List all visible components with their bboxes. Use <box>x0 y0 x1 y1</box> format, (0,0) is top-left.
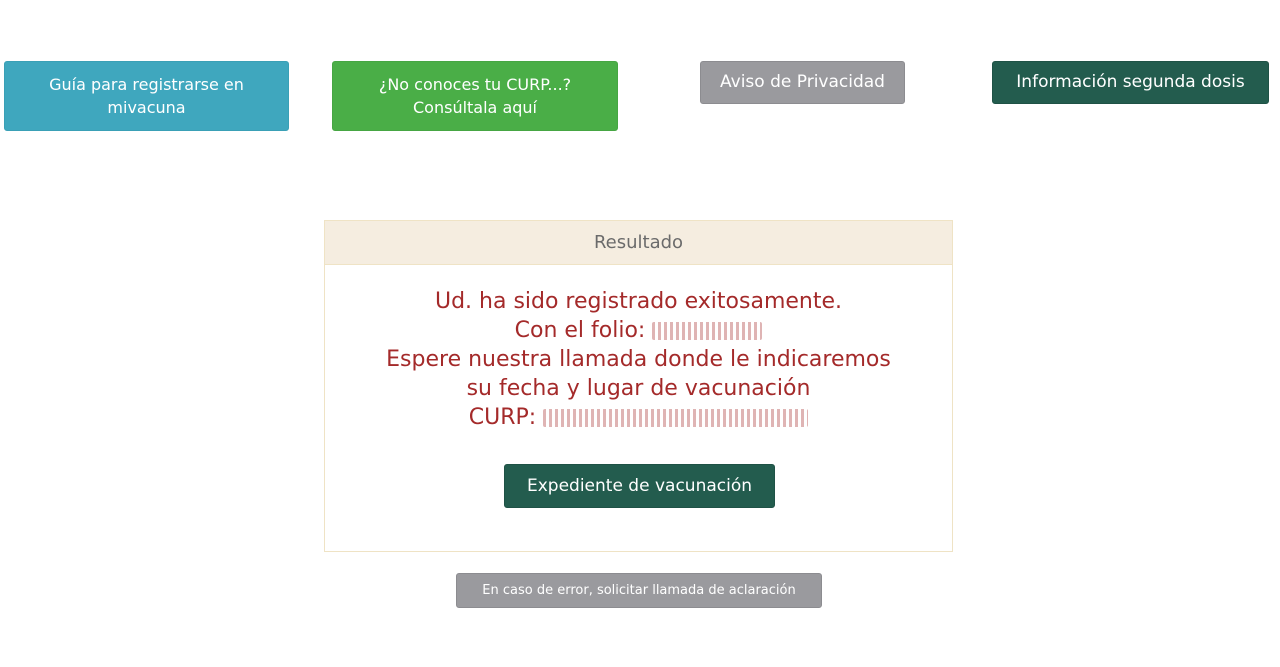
curp-lookup-label: ¿No conoces tu CURP...? Consúltala aquí <box>378 75 572 117</box>
registration-guide-button[interactable]: Guía para registrarse en mivacuna <box>4 61 289 131</box>
success-line: Ud. ha sido registrado exitosamente. <box>434 289 843 314</box>
curp-line: CURP: <box>325 403 952 432</box>
date-place-line: su fecha y lugar de vacunación <box>466 376 811 401</box>
privacy-notice-label: Aviso de Privacidad <box>720 72 885 92</box>
second-dose-info-label: Información segunda dosis <box>1016 72 1245 92</box>
registration-guide-label: Guía para registrarse en mivacuna <box>49 75 244 117</box>
redacted-curp <box>543 409 809 427</box>
result-panel: Resultado Ud. ha sido registrado exitosa… <box>324 220 953 552</box>
result-panel-title: Resultado <box>325 221 952 265</box>
result-panel-body: Ud. ha sido registrado exitosamente. Con… <box>325 265 952 551</box>
registration-message: Ud. ha sido registrado exitosamente. Con… <box>325 287 952 432</box>
curp-label: CURP: <box>468 405 537 430</box>
page: Guía para registrarse en mivacuna ¿No co… <box>0 0 1280 667</box>
request-clarification-call-label: En caso de error, solicitar llamada de a… <box>482 583 796 598</box>
folio-label: Con el folio: <box>514 318 646 343</box>
curp-lookup-button[interactable]: ¿No conoces tu CURP...? Consúltala aquí <box>332 61 618 131</box>
request-clarification-call-button[interactable]: En caso de error, solicitar llamada de a… <box>456 573 822 608</box>
wait-call-line: Espere nuestra llamada donde le indicare… <box>386 347 891 372</box>
redacted-folio <box>652 322 763 340</box>
folio-line: Con el folio: <box>325 316 952 345</box>
vaccination-record-label: Expediente de vacunación <box>526 476 753 496</box>
vaccination-record-button[interactable]: Expediente de vacunación <box>504 464 775 508</box>
second-dose-info-button[interactable]: Información segunda dosis <box>992 61 1269 104</box>
privacy-notice-button[interactable]: Aviso de Privacidad <box>700 61 905 104</box>
